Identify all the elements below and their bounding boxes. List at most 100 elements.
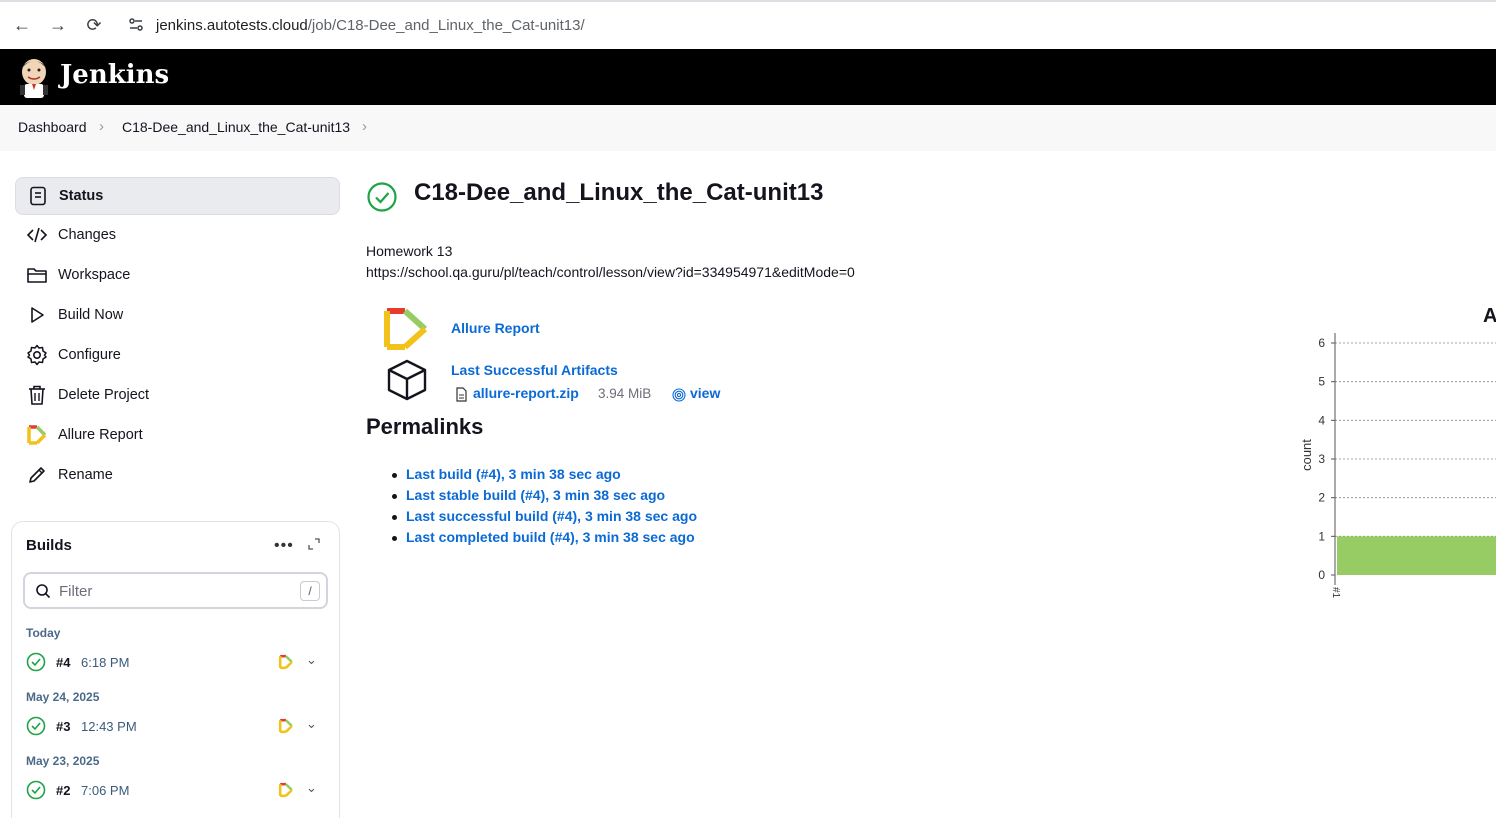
breadcrumb-job[interactable]: C18-Dee_and_Linux_the_Cat-unit13: [122, 119, 350, 135]
sidebar-item-label: Status: [59, 188, 104, 204]
reload-icon[interactable]: ⟳: [80, 11, 108, 39]
builds-panel: Builds ••• Filter / Today #4 6:18 PM ⌄ M…: [11, 521, 340, 818]
sidebar-item-label: Workspace: [58, 267, 131, 283]
sidebar-item-workspace[interactable]: Workspace: [15, 256, 340, 294]
allure-icon[interactable]: [278, 782, 294, 803]
sidebar-item-label: Rename: [58, 467, 113, 483]
permalink-last-build[interactable]: Last build (#4), 3 min 38 sec ago: [406, 466, 621, 482]
sidebar-item-status[interactable]: Status: [15, 177, 340, 215]
allure-trend-chart: A 0 1 2 3 4 5 6 count #1: [1290, 300, 1496, 610]
allure-report-link[interactable]: Allure Report: [451, 320, 540, 336]
builds-filter-input[interactable]: Filter /: [23, 572, 328, 609]
builds-title: Builds: [26, 537, 72, 554]
gear-icon: [25, 343, 49, 367]
y-tick-label: 0: [1318, 568, 1325, 582]
forward-arrow-icon[interactable]: →: [44, 11, 72, 39]
build-time: 6:18 PM: [81, 654, 130, 670]
y-tick-label: 1: [1318, 529, 1325, 543]
expand-icon[interactable]: [307, 537, 321, 556]
sidebar-item-label: Configure: [58, 347, 121, 363]
address-bar[interactable]: jenkins.autotests.cloud/job/C18-Dee_and_…: [156, 17, 585, 34]
browser-toolbar: ← → ⟳ jenkins.autotests.cloud/job/C18-De…: [0, 0, 1496, 49]
sidebar-item-rename[interactable]: Rename: [15, 456, 340, 494]
success-icon: [366, 181, 398, 218]
sidebar-item-changes[interactable]: Changes: [15, 216, 340, 254]
sidebar-item-label: Delete Project: [58, 387, 150, 403]
trend-chart-svg: A 0 1 2 3 4 5 6 count #1: [1299, 305, 1496, 599]
fingerprint-icon[interactable]: [672, 388, 686, 407]
sidebar-item-configure[interactable]: Configure: [15, 336, 340, 374]
page-title: C18-Dee_and_Linux_the_Cat-unit13: [414, 179, 824, 206]
more-options-icon[interactable]: •••: [274, 537, 294, 555]
chevron-down-icon[interactable]: ⌄: [306, 780, 317, 796]
y-axis-label: count: [1299, 439, 1314, 471]
permalink-last-completed-build[interactable]: Last completed build (#4), 3 min 38 sec …: [406, 529, 695, 545]
artifact-file-link[interactable]: allure-report.zip: [473, 385, 579, 401]
code-icon: [25, 223, 49, 247]
sidebar-item-label: Allure Report: [58, 427, 143, 443]
last-successful-artifacts-link[interactable]: Last Successful Artifacts: [451, 362, 618, 378]
success-icon: [26, 780, 46, 805]
chevron-down-icon[interactable]: ⌄: [306, 716, 317, 732]
list-item: Last stable build (#4), 3 min 38 sec ago: [392, 487, 697, 508]
y-tick-label: 4: [1318, 413, 1325, 427]
jenkins-brand[interactable]: Jenkins: [60, 60, 169, 90]
allure-icon: [25, 423, 49, 447]
url-path: /job/C18-Dee_and_Linux_the_Cat-unit13/: [307, 17, 585, 34]
url-host: jenkins.autotests.cloud: [156, 17, 308, 34]
permalinks-list: Last build (#4), 3 min 38 sec ago Last s…: [392, 466, 697, 550]
build-row[interactable]: #4 6:18 PM ⌄: [24, 650, 329, 674]
keyboard-shortcut-badge: /: [300, 581, 320, 601]
list-item: Last completed build (#4), 3 min 38 sec …: [392, 529, 697, 550]
breadcrumb-chevron-icon[interactable]: ›: [362, 118, 367, 135]
build-row[interactable]: #2 7:06 PM ⌄: [24, 778, 329, 802]
build-row[interactable]: #3 12:43 PM ⌄: [24, 714, 329, 738]
package-icon: [385, 358, 429, 407]
jenkins-logo-icon[interactable]: [18, 56, 50, 98]
sidebar-item-label: Build Now: [58, 307, 124, 323]
success-icon: [26, 652, 46, 677]
file-icon: [455, 387, 468, 407]
sidebar-item-build-now[interactable]: Build Now: [15, 296, 340, 334]
list-item: Last successful build (#4), 3 min 38 sec…: [392, 508, 697, 529]
permalinks-heading: Permalinks: [366, 414, 484, 439]
build-number[interactable]: #4: [56, 655, 70, 670]
build-date-header: May 23, 2025: [26, 754, 100, 768]
trash-icon: [25, 383, 49, 407]
allure-icon[interactable]: [278, 718, 294, 739]
build-date-header: May 24, 2025: [26, 690, 100, 704]
job-description-url: https://school.qa.guru/pl/teach/control/…: [366, 264, 855, 280]
permalink-last-successful-build[interactable]: Last successful build (#4), 3 min 38 sec…: [406, 508, 697, 524]
build-number[interactable]: #3: [56, 719, 70, 734]
breadcrumb-dashboard[interactable]: Dashboard: [18, 119, 87, 135]
jenkins-header: Jenkins: [0, 49, 1496, 105]
breadcrumb: Dashboard › C18-Dee_and_Linux_the_Cat-un…: [0, 105, 1496, 151]
artifact-size: 3.94 MiB: [598, 386, 652, 401]
search-icon: [35, 583, 51, 604]
sidebar-item-label: Changes: [58, 227, 117, 243]
folder-icon: [25, 263, 49, 287]
job-description: Homework 13: [366, 243, 453, 259]
allure-logo-icon: [383, 307, 429, 356]
chart-title: A: [1483, 305, 1496, 327]
chart-bar: [1337, 536, 1496, 575]
permalink-last-stable-build[interactable]: Last stable build (#4), 3 min 38 sec ago: [406, 487, 665, 503]
list-item: Last build (#4), 3 min 38 sec ago: [392, 466, 697, 487]
status-icon: [26, 184, 50, 208]
y-tick-label: 6: [1318, 336, 1325, 350]
build-number[interactable]: #2: [56, 783, 70, 798]
y-tick-label: 5: [1318, 375, 1325, 389]
site-settings-icon[interactable]: [122, 11, 150, 39]
breadcrumb-chevron-icon[interactable]: ›: [99, 118, 104, 135]
build-time: 12:43 PM: [81, 718, 137, 734]
sidebar-item-delete-project[interactable]: Delete Project: [15, 376, 340, 414]
artifact-view-link[interactable]: view: [690, 385, 720, 401]
filter-placeholder: Filter: [59, 583, 93, 600]
back-arrow-icon[interactable]: ←: [8, 11, 36, 39]
build-time: 7:06 PM: [81, 782, 130, 798]
y-tick-label: 2: [1318, 491, 1325, 505]
chevron-down-icon[interactable]: ⌄: [306, 652, 317, 668]
allure-icon[interactable]: [278, 654, 294, 675]
sidebar-item-allure-report[interactable]: Allure Report: [15, 416, 340, 454]
success-icon: [26, 716, 46, 741]
